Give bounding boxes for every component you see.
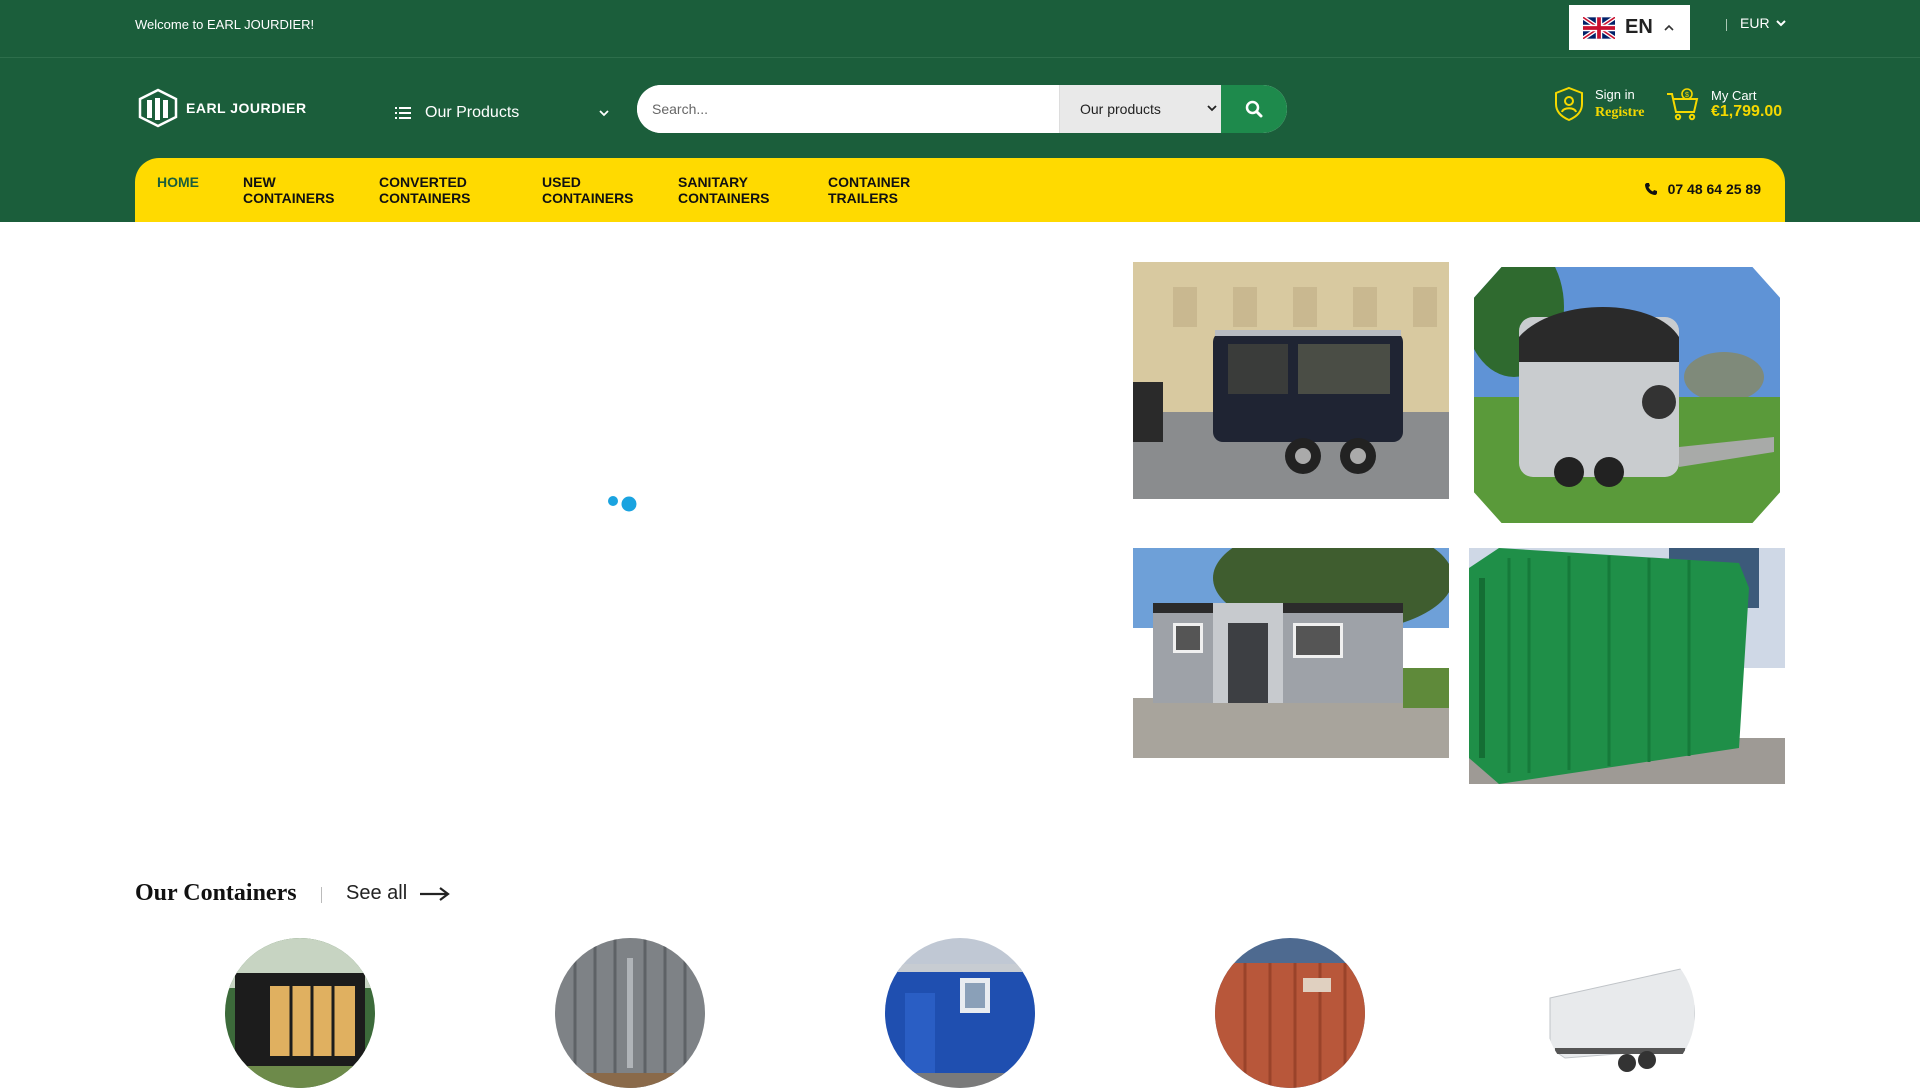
currency-label: EUR (1740, 15, 1770, 31)
sign-in-label: Sign in (1595, 87, 1635, 102)
nav-home-label: HOME (157, 174, 199, 190)
divider (1726, 19, 1727, 31)
language-code: EN (1625, 16, 1653, 38)
nav-new-containers[interactable]: NEW CONTAINERS (243, 174, 335, 206)
search-icon (1245, 100, 1263, 118)
arrow-right-icon (420, 886, 450, 901)
phone-number: 07 48 64 25 89 (1667, 181, 1761, 197)
cart-label: My Cart (1711, 87, 1757, 103)
nav-container-trailers[interactable]: CONTAINER TRAILERS (828, 174, 910, 206)
section-title: Our Containers (135, 880, 297, 906)
divider (321, 887, 322, 903)
chevron-down-icon (1207, 105, 1217, 112)
logo-text: EARL JOURDIER (186, 100, 307, 116)
see-all-link[interactable]: See all (346, 882, 451, 905)
nav-converted-containers[interactable]: CONVERTED CONTAINERS (379, 174, 471, 206)
nav-label-line2: CONTAINERS (243, 190, 335, 206)
top-bar: Welcome to EARL JOURDIER! EN EUR (0, 0, 1920, 58)
cart-total: €1,799.00 (1711, 102, 1783, 120)
nav-label-line2: CONTAINERS (678, 190, 770, 206)
nav-label-line1: USED (542, 174, 581, 190)
search-bar: Our products (637, 85, 1287, 133)
search-input[interactable] (637, 85, 1059, 133)
nav-label-line2: CONTAINERS (379, 190, 471, 206)
green-shipping-container-image[interactable] (1469, 548, 1785, 784)
cart-icon: $ (1667, 88, 1699, 121)
nav-label-line2: TRAILERS (828, 190, 898, 206)
nav-label-line1: CONVERTED (379, 174, 467, 190)
nav-home[interactable]: HOME (157, 174, 199, 190)
logo-icon (138, 88, 178, 128)
sign-in-link[interactable]: Sign in Registre (1553, 86, 1645, 122)
horse-trailer-silver-image[interactable] (1474, 267, 1780, 523)
svg-text:$: $ (1685, 92, 1689, 99)
nav-used-containers[interactable]: USED CONTAINERS (542, 174, 634, 206)
category-grey-container-image[interactable] (555, 938, 705, 1088)
chevron-down-icon (599, 110, 609, 117)
products-dropdown[interactable]: Our Products (395, 98, 610, 128)
register-label: Registre (1595, 105, 1645, 120)
list-icon (395, 107, 411, 119)
search-button[interactable] (1221, 85, 1287, 133)
uk-flag-icon (1583, 16, 1615, 39)
phone-icon (1644, 183, 1657, 195)
cart-button[interactable]: $ My Cart €1,799.00 (1665, 86, 1782, 122)
language-selector[interactable]: EN (1569, 5, 1690, 50)
search-category-select[interactable]: Our products (1059, 85, 1221, 133)
chevron-up-icon (1664, 24, 1674, 31)
category-sanitary-container-image[interactable] (885, 938, 1035, 1088)
main-nav: HOME NEW CONTAINERS CONVERTED CONTAINERS… (135, 158, 1785, 222)
category-container-trailer-image[interactable] (1545, 938, 1695, 1088)
category-used-container-image[interactable] (1215, 938, 1365, 1088)
see-all-label: See all (346, 882, 408, 904)
products-dropdown-label: Our Products (425, 104, 520, 121)
nav-label-line2: CONTAINERS (542, 190, 634, 206)
category-converted-container-image[interactable] (225, 938, 375, 1088)
phone-link[interactable]: 07 48 64 25 89 (1644, 181, 1761, 197)
user-shield-icon (1555, 86, 1583, 122)
nav-label-line1: SANITARY (678, 174, 748, 190)
logo[interactable]: EARL JOURDIER (136, 88, 307, 128)
chevron-down-icon (1775, 20, 1786, 27)
horse-trailer-dark-image[interactable] (1133, 262, 1449, 499)
welcome-text: Welcome to EARL JOURDIER! (135, 17, 315, 32)
loading-spinner-icon (608, 496, 637, 512)
nav-sanitary-containers[interactable]: SANITARY CONTAINERS (678, 174, 770, 206)
search-category-label: Our products (1080, 101, 1161, 117)
nav-label-line1: NEW (243, 174, 276, 190)
currency-selector[interactable]: EUR (1740, 15, 1786, 31)
expandable-container-home-image[interactable] (1133, 548, 1449, 758)
nav-label-line1: CONTAINER (828, 174, 911, 190)
